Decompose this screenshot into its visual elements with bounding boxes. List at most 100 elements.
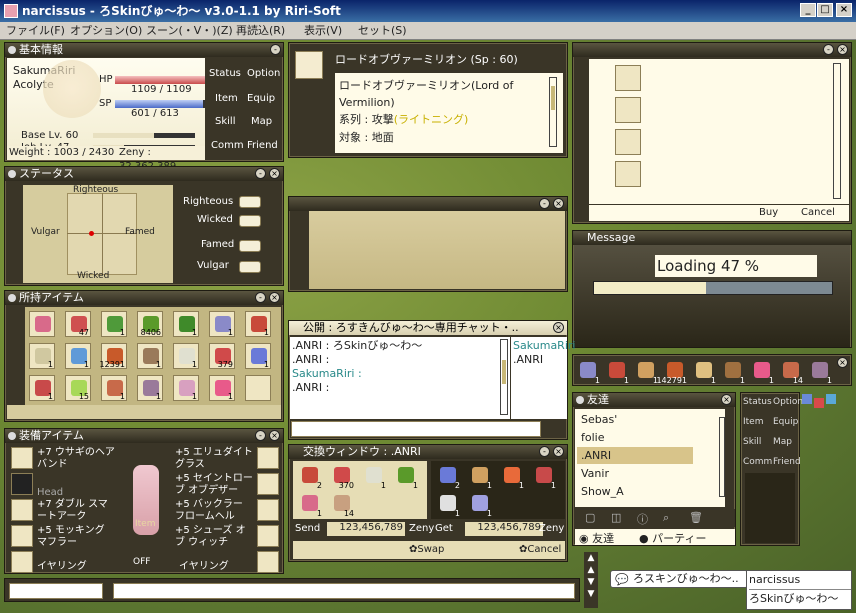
menu-set[interactable]: セット(S) (358, 22, 407, 40)
hotbar-slot[interactable]: 1 (807, 358, 833, 385)
friend-item[interactable]: folie (577, 429, 693, 446)
comm-button[interactable]: Comm (211, 140, 244, 151)
hotbar-slot[interactable]: 1 (720, 358, 746, 385)
inventory-slot[interactable]: 1 (65, 343, 91, 369)
chat-user[interactable]: SakumaRiri (513, 339, 575, 353)
chat-channel-chip[interactable]: 💬 ろスキンびゅ～わ～.. (610, 570, 748, 588)
equip-slot-head-low[interactable] (257, 447, 279, 469)
mini-menu-map[interactable]: Map (773, 437, 792, 447)
minimize-icon[interactable]: - (270, 44, 281, 55)
trade-titlebar[interactable]: 交換ウィンドウ : .ANRI - × (289, 445, 567, 459)
mini-menu-friend[interactable]: Friend (773, 457, 801, 467)
equip-slot-head-mid[interactable] (11, 473, 33, 495)
inventory-slot[interactable] (29, 311, 55, 337)
arrow-up-icon[interactable]: ▲ (584, 564, 598, 576)
shop-slot[interactable] (615, 65, 641, 91)
shop-titlebar[interactable]: - × (573, 43, 851, 57)
shop-slot[interactable] (615, 161, 641, 187)
scrollbar[interactable] (500, 339, 508, 415)
menu-option[interactable]: オプション(O) (70, 22, 142, 40)
minimize-button[interactable]: _ (800, 3, 816, 17)
scrollbar[interactable] (719, 417, 725, 497)
inventory-slot[interactable]: 1 (245, 311, 271, 337)
trade-slot[interactable]: 370 (329, 463, 355, 490)
trade-slot[interactable]: 14 (329, 491, 355, 518)
message-titlebar[interactable]: Message (573, 231, 851, 245)
inventory-slot[interactable]: 1 (29, 343, 55, 369)
menu-reload[interactable]: 再読込(R) (236, 22, 285, 40)
mini-menu-item[interactable]: Item (743, 417, 764, 427)
inventory-slot[interactable]: 47 (65, 311, 91, 337)
skill-icon[interactable] (814, 398, 824, 408)
righteous-toggle[interactable] (239, 196, 261, 208)
skill-icon[interactable] (802, 394, 812, 404)
inventory-slot[interactable]: 1 (209, 375, 235, 401)
mini-menu-status[interactable]: Status (743, 397, 772, 407)
trade-slot[interactable]: 1 (467, 463, 493, 490)
skill-icon[interactable] (826, 394, 836, 404)
chat-titlebar[interactable]: 公開 : ろすきんびゅ～わ～専用チャット・.. × (289, 321, 567, 335)
close-icon[interactable]: × (553, 322, 564, 333)
inventory-slot[interactable]: 1 (137, 375, 163, 401)
tab-friends[interactable]: ◉ 友達 (579, 530, 614, 546)
menu-soon[interactable]: スーン(・V・)(Z) (146, 22, 233, 40)
close-icon[interactable]: × (269, 292, 280, 303)
close-icon[interactable]: × (553, 198, 564, 209)
inventory-slot[interactable]: 1 (173, 343, 199, 369)
inventory-slot[interactable]: 1 (137, 343, 163, 369)
famed-toggle[interactable] (239, 240, 261, 252)
inventory-titlebar[interactable]: 所持アイテム - × (5, 291, 283, 305)
inventory-slot[interactable]: 8406 (137, 311, 163, 337)
scrollbar[interactable] (833, 63, 841, 199)
scrollbar[interactable] (549, 77, 557, 147)
equip-slot-accessory-2[interactable] (257, 551, 279, 573)
hotbar-slot[interactable]: 1 (633, 358, 659, 385)
inventory-slot[interactable]: 1 (173, 311, 199, 337)
menu-file[interactable]: ファイル(F) (6, 22, 65, 40)
minimize-icon[interactable]: - (255, 430, 266, 441)
trade-slot[interactable]: 1 (531, 463, 557, 490)
inventory-slot[interactable]: 1 (29, 375, 55, 401)
status-titlebar[interactable]: ステータス - × (5, 167, 283, 181)
shop-slot[interactable] (615, 129, 641, 155)
inventory-slot[interactable]: 15 (65, 375, 91, 401)
option-button[interactable]: Option (247, 68, 280, 79)
minimize-icon[interactable]: - (823, 44, 834, 55)
close-icon[interactable]: × (721, 394, 732, 405)
shop-slot[interactable] (615, 97, 641, 123)
illustration-titlebar[interactable]: - × (289, 197, 567, 211)
map-button[interactable]: Map (251, 116, 272, 127)
cancel-trade-button[interactable]: ✿Cancel (519, 544, 561, 555)
trade-slot[interactable]: 1 (499, 463, 525, 490)
inventory-slot[interactable]: 1 (101, 375, 127, 401)
equip-slot-weapon[interactable] (11, 499, 33, 521)
maximize-button[interactable]: □ (817, 3, 833, 17)
arrow-down-icon[interactable]: ▼ (584, 576, 598, 588)
trade-slot[interactable]: 2 (435, 463, 461, 490)
info-icon[interactable]: ⓘ (637, 511, 648, 527)
wicked-toggle[interactable] (239, 215, 261, 227)
friend-item[interactable]: Vanir (577, 465, 693, 482)
minimize-icon[interactable]: - (539, 198, 550, 209)
chat-target-input[interactable] (9, 583, 103, 599)
chat-user[interactable]: .ANRI (513, 353, 543, 367)
hotbar-slot[interactable]: 1 (691, 358, 717, 385)
trade-slot[interactable]: 1 (393, 463, 419, 490)
trade-slot[interactable]: 1 (435, 491, 461, 518)
inventory-slot[interactable]: 1 (173, 375, 199, 401)
trade-slot[interactable]: 1 (361, 463, 387, 490)
minimize-icon[interactable]: - (255, 168, 266, 179)
equip-off-label[interactable]: OFF (133, 557, 150, 567)
item-button[interactable]: Item (215, 93, 238, 104)
inventory-slot[interactable]: 379 (209, 343, 235, 369)
buy-button[interactable]: Buy (759, 207, 778, 218)
inventory-slot[interactable]: 12391 (100, 343, 127, 369)
equip-slot-shoes[interactable] (257, 525, 279, 547)
delete-icon[interactable]: 🗑 (689, 511, 703, 524)
tab-party[interactable]: ● パーティー (639, 530, 706, 546)
inventory-slot[interactable] (245, 375, 271, 401)
equip-slot-armor[interactable] (257, 473, 279, 495)
arrow-up-icon[interactable]: ▲ (584, 552, 598, 564)
mini-menu-skill[interactable]: Skill (743, 437, 761, 447)
equipment-titlebar[interactable]: 装備アイテム - × (5, 429, 283, 443)
